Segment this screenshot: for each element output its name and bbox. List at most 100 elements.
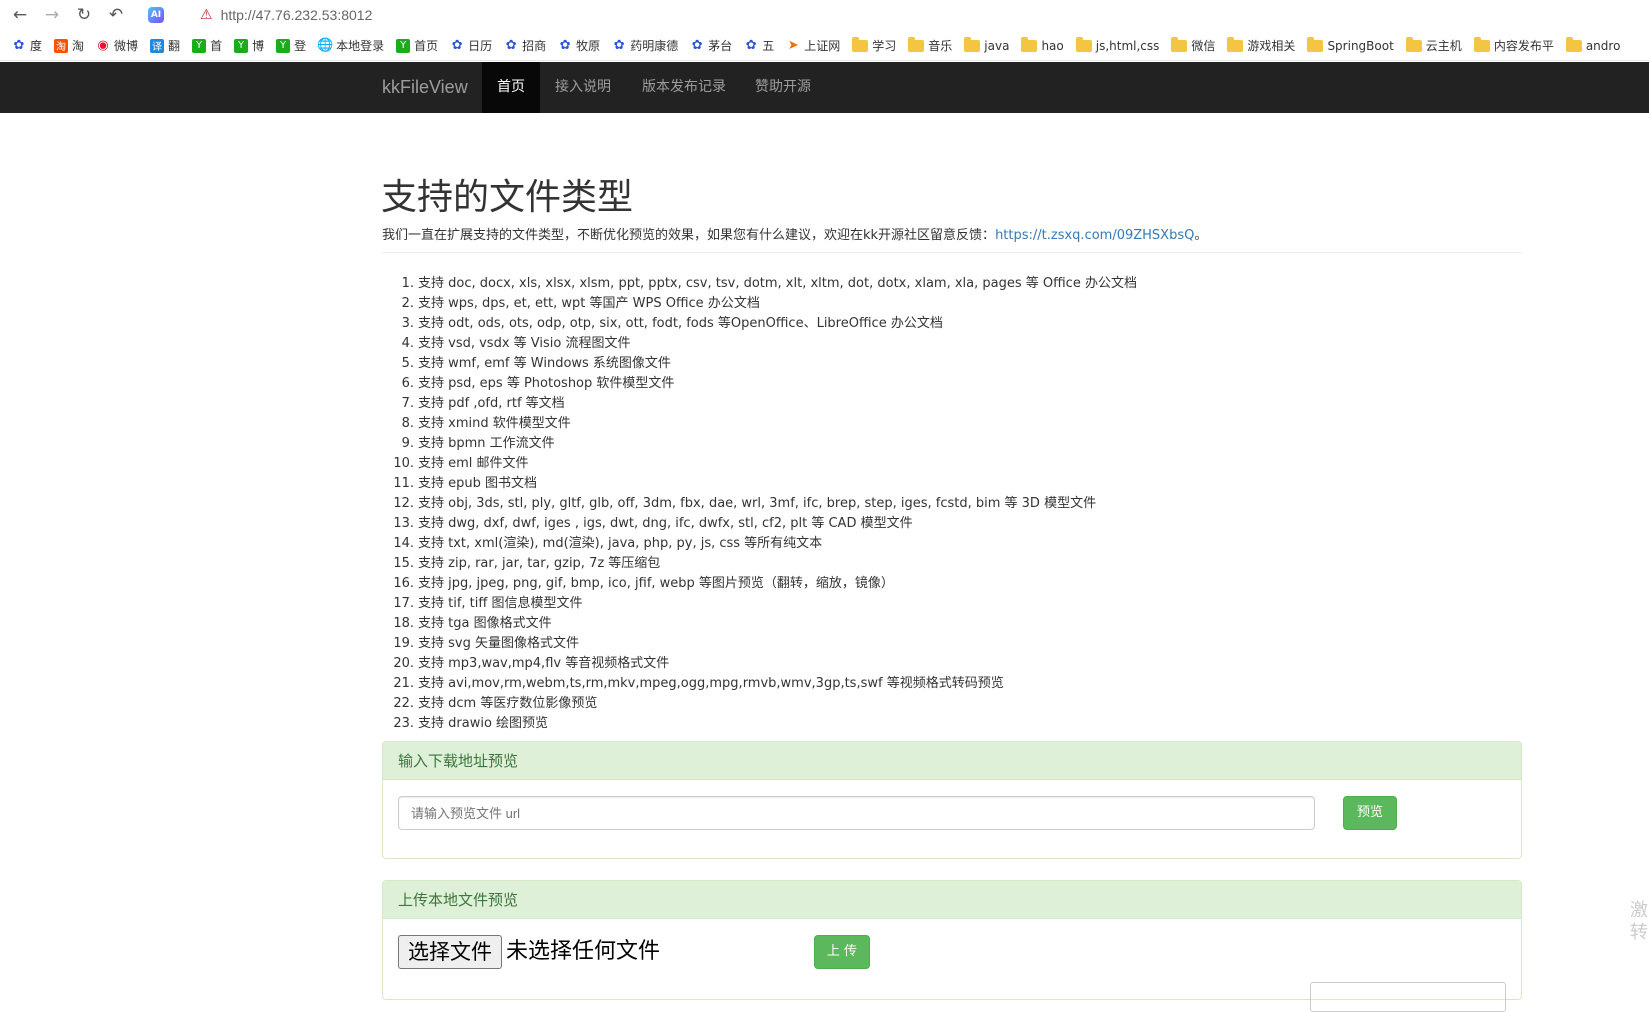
bookmark-label: 游戏相关 xyxy=(1247,39,1296,53)
folder-icon xyxy=(1075,36,1092,52)
bookmark-item[interactable]: 淘淘 xyxy=(54,37,84,54)
list-item-text: 支持 zip, rar, jar, tar, gzip, 7z 等压缩包 xyxy=(418,556,661,571)
folder-icon xyxy=(908,36,925,52)
list-item: 12. 支持 obj, 3ds, stl, ply, gltf, glb, off… xyxy=(382,494,1522,514)
insecure-site-icon[interactable]: ⚠ xyxy=(200,7,213,23)
upload-panel-heading: 上传本地文件预览 xyxy=(383,881,1521,919)
list-item-number: 15. xyxy=(393,556,414,571)
bookmark-label: 首 xyxy=(210,39,223,53)
list-item-text: 支持 epub 图书文档 xyxy=(418,476,538,491)
bookmark-label: 首页 xyxy=(414,39,439,53)
bookmark-label: 音乐 xyxy=(928,39,953,53)
y-icon: Y xyxy=(192,38,207,53)
bookmark-item[interactable]: hao xyxy=(1021,36,1064,53)
bookmark-label: hao xyxy=(1041,38,1064,53)
bookmark-item[interactable]: Y登 xyxy=(276,37,306,54)
divider xyxy=(382,252,1522,253)
bookmarks-bar: ✿ 度淘淘 ◉ 微博译翻 Y 首 Y 博 Y 登 🌐 本地登录 Y 首页 ✿ 日历 ✿ 招商 ✿ 牧原 ✿ 药明康德 ✿ 茅台… xyxy=(0,31,1649,61)
choose-file-button[interactable]: 选择文件 xyxy=(398,935,502,969)
list-item-text: 支持 obj, 3ds, stl, ply, gltf, glb, off, 3… xyxy=(418,496,1097,511)
bookmark-item[interactable]: ✿ 茅台 xyxy=(690,37,732,54)
bookmark-item[interactable]: 音乐 xyxy=(908,36,953,54)
list-item: 11. 支持 epub 图书文档 xyxy=(382,474,1522,494)
bookmark-item[interactable]: 内容发布平 xyxy=(1473,36,1554,54)
reload-icon[interactable]: ↻ xyxy=(72,3,96,27)
globe-icon: 🌐 xyxy=(317,38,334,53)
url-input[interactable] xyxy=(398,796,1315,830)
bookmark-item[interactable]: ➤ 上证网 xyxy=(786,37,840,54)
community-link[interactable]: https://t.zsxq.com/09ZHSXbsQ xyxy=(995,228,1194,243)
bookmark-item[interactable]: 学习 xyxy=(852,36,896,54)
bookmark-item[interactable]: ✿ 五 xyxy=(744,37,774,54)
upload-button[interactable]: 上 传 xyxy=(814,935,870,969)
bookmark-item[interactable]: Y首 xyxy=(192,37,222,54)
paw-icon: ✿ xyxy=(505,38,517,53)
bookmark-item[interactable]: ✿ 药明康德 xyxy=(612,37,678,54)
taobao-icon: 淘 xyxy=(54,38,69,53)
bookmark-label: 登 xyxy=(294,39,307,53)
list-item-text: 支持 svg 矢量图像格式文件 xyxy=(418,636,579,651)
bookmark-item[interactable]: ◉ 微博 xyxy=(96,37,138,54)
bookmark-item[interactable]: 译翻 xyxy=(150,37,180,54)
list-item-text: 支持 tif, tiff 图信息模型文件 xyxy=(418,596,583,611)
list-item-number: 13. xyxy=(393,516,414,531)
list-item-number: 19. xyxy=(393,636,414,651)
folder-icon xyxy=(1405,36,1422,52)
search-input[interactable] xyxy=(1310,982,1506,1012)
bookmark-label: 药明康德 xyxy=(630,39,679,53)
bookmark-item[interactable]: ✿ 日历 xyxy=(450,37,492,54)
bookmark-item[interactable]: 云主机 xyxy=(1405,36,1462,54)
bookmark-label: java xyxy=(984,38,1010,53)
bookmark-item[interactable]: 🌐 本地登录 xyxy=(317,37,385,54)
list-item: 16. 支持 jpg, jpeg, png, gif, bmp, ico, jfi… xyxy=(382,574,1522,594)
list-item-text: 支持 odt, ods, ots, odp, otp, six, ott, fo… xyxy=(418,316,943,331)
weibo-icon: ◉ xyxy=(97,38,109,53)
url-panel-heading: 输入下载地址预览 xyxy=(383,742,1521,780)
bookmark-item[interactable]: 微信 xyxy=(1171,36,1215,54)
nav-item-integration[interactable]: 接入说明 xyxy=(540,62,626,113)
bookmark-item[interactable]: 游戏相关 xyxy=(1227,36,1296,54)
bookmark-item[interactable]: Y 首页 xyxy=(396,37,438,54)
bookmark-item[interactable]: ✿ 度 xyxy=(12,37,42,54)
page-lead: 我们一直在扩展支持的文件类型，不断优化预览的效果，如果您有什么建议，欢迎在kk开… xyxy=(382,224,1207,243)
nav-item-sponsor[interactable]: 赞助开源 xyxy=(740,62,826,113)
paw-icon: ✿ xyxy=(13,38,25,53)
preview-button[interactable]: 预览 xyxy=(1343,796,1397,830)
list-item-text: 支持 jpg, jpeg, png, gif, bmp, ico, jfif, … xyxy=(418,576,894,591)
list-item-number: 17. xyxy=(393,596,414,611)
bookmark-item[interactable]: ✿ 招商 xyxy=(504,37,546,54)
bookmark-item[interactable]: SpringBoot xyxy=(1307,36,1394,53)
list-item: 13. 支持 dwg, dxf, dwf, iges , igs, dwt, dn… xyxy=(382,514,1522,534)
bookmark-item[interactable]: ✿ 牧原 xyxy=(558,37,600,54)
forward-icon[interactable]: → xyxy=(40,3,64,27)
list-item: 8. 支持 xmind 软件模型文件 xyxy=(382,414,1522,434)
bookmark-item[interactable]: java xyxy=(964,36,1010,53)
list-item: 3. 支持 odt, ods, ots, odp, otp, six, ott, … xyxy=(382,314,1522,334)
list-item: 10. 支持 eml 邮件文件 xyxy=(382,454,1522,474)
bookmark-label: 日历 xyxy=(468,39,493,53)
ai-extension-icon[interactable]: AI xyxy=(148,7,164,23)
list-item-text: 支持 vsd, vsdx 等 Visio 流程图文件 xyxy=(418,336,631,351)
bookmark-item[interactable]: Y博 xyxy=(234,37,264,54)
arrow-icon: ➤ xyxy=(787,38,799,53)
list-item: 14. 支持 txt, xml(渲染), md(渲染), java, php, p… xyxy=(382,534,1522,554)
bookmark-label: 茅台 xyxy=(708,39,733,53)
list-item-number: 8. xyxy=(401,416,414,431)
undo-icon[interactable]: ↶ xyxy=(104,3,128,27)
supported-types-list: 1. 支持 doc, docx, xls, xlsx, xlsm, ppt, pp… xyxy=(382,274,1522,734)
address-bar-url[interactable]: http://47.76.232.53:8012 xyxy=(221,7,373,23)
bookmark-label: 内容发布平 xyxy=(1493,39,1554,53)
list-item-text: 支持 tga 图像格式文件 xyxy=(418,616,552,631)
bookmark-label: 本地登录 xyxy=(336,39,385,53)
back-icon[interactable]: ← xyxy=(8,3,32,27)
list-item-text: 支持 xmind 软件模型文件 xyxy=(418,416,571,431)
brand-link[interactable]: kkFileView xyxy=(382,62,468,113)
bookmark-item[interactable]: andro xyxy=(1565,36,1620,53)
list-item-text: 支持 wps, dps, et, ett, wpt 等国产 WPS Office… xyxy=(418,296,760,311)
list-item-number: 2. xyxy=(401,296,414,311)
bookmark-item[interactable]: js,html,css xyxy=(1075,36,1159,53)
folder-icon xyxy=(1021,36,1038,52)
bookmark-label: 云主机 xyxy=(1425,39,1462,53)
nav-item-home[interactable]: 首页 xyxy=(482,62,540,113)
nav-item-releases[interactable]: 版本发布记录 xyxy=(627,62,741,113)
